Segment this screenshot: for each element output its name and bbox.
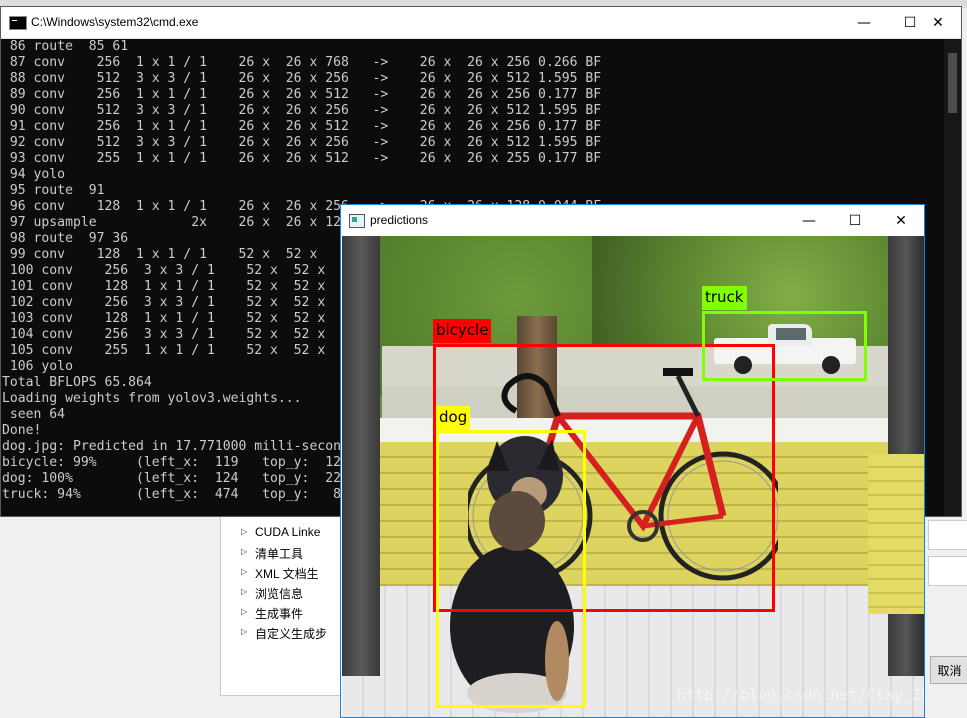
cmd-titlebar[interactable]: C:\Windows\system32\cmd.exe — ☐ ✕ <box>1 7 961 39</box>
cancel-button[interactable]: 取消 <box>930 656 967 684</box>
blog-watermark: http://blog.csdn.net/Clay_Zhang <box>677 686 924 704</box>
tree-item-custom-build-step[interactable]: ▷ 自定义生成步 <box>241 625 327 643</box>
truck-bounding-box <box>702 311 867 381</box>
truck-detection-label: truck <box>702 286 747 310</box>
close-icon[interactable]: ✕ <box>915 7 961 38</box>
cmd-scrollbar[interactable] <box>944 39 961 516</box>
image-window-icon[interactable] <box>349 214 365 228</box>
predictions-window-title: predictions <box>370 213 429 227</box>
predictions-window[interactable]: predictions — ☐ ✕ bicycle truck dog http… <box>340 204 925 718</box>
tree-item-build-events[interactable]: ▷ 生成事件 <box>241 605 303 623</box>
porch-pillar-left <box>342 236 380 676</box>
dog-bounding-box <box>436 430 586 708</box>
tree-item-browse-info[interactable]: ▷ 浏览信息 <box>241 585 303 603</box>
minimize-icon[interactable]: — <box>841 7 887 38</box>
dog-detection-label: dog <box>436 406 471 430</box>
tree-item-cuda-linker[interactable]: ▷ CUDA Linke <box>241 525 320 543</box>
tree-item-xml-doc[interactable]: ▷ XML 文档生 <box>241 565 319 583</box>
expand-arrow-icon[interactable]: ▷ <box>241 607 247 616</box>
property-value-field-2[interactable] <box>928 556 967 586</box>
property-tree-panel: ▷ CUDA Linke ▷ 清单工具 ▷ XML 文档生 ▷ 浏览信息 ▷ 生成事件 ▷… <box>220 514 352 696</box>
prediction-image: bicycle truck dog http://blog.csdn.net/C… <box>342 236 924 717</box>
expand-arrow-icon[interactable]: ▷ <box>241 587 247 596</box>
minimize-icon[interactable]: — <box>786 205 832 236</box>
porch-pillar-base <box>868 454 924 614</box>
property-value-field[interactable] <box>928 520 967 550</box>
bicycle-detection-label: bicycle <box>433 319 492 343</box>
tree-item-manifest-tool[interactable]: ▷ 清单工具 <box>241 545 303 563</box>
maximize-icon[interactable]: ☐ <box>832 205 878 236</box>
expand-arrow-icon[interactable]: ▷ <box>241 627 247 636</box>
expand-arrow-icon[interactable]: ▷ <box>241 567 247 576</box>
expand-arrow-icon[interactable]: ▷ <box>241 527 247 536</box>
predictions-titlebar[interactable]: predictions — ☐ ✕ <box>341 205 924 235</box>
cmd-window-icon[interactable] <box>9 16 27 30</box>
photo-scene: bicycle truck dog http://blog.csdn.net/C… <box>342 236 924 717</box>
expand-arrow-icon[interactable]: ▷ <box>241 547 247 556</box>
cmd-window-title: C:\Windows\system32\cmd.exe <box>31 15 199 29</box>
cmd-scrollbar-thumb[interactable] <box>948 53 957 113</box>
close-icon[interactable]: ✕ <box>878 205 924 236</box>
